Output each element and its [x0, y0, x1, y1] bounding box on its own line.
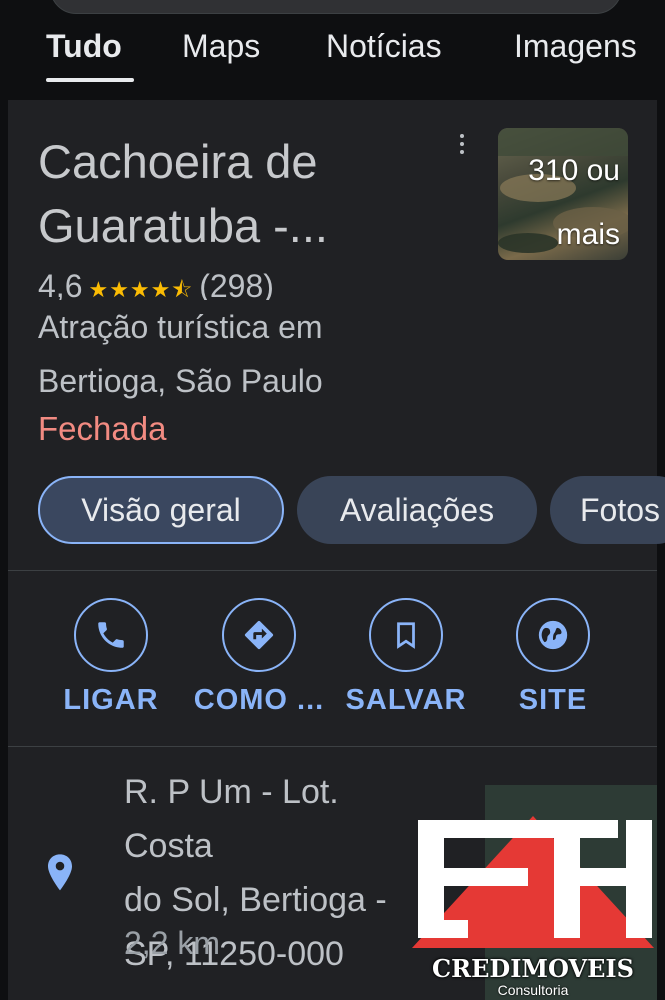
search-bar[interactable] [50, 0, 622, 14]
save-button[interactable]: SALVAR [331, 598, 481, 717]
directions-button[interactable]: COMO ... [184, 598, 334, 717]
rating-value: 4,6 [38, 268, 83, 300]
tab-noticias[interactable]: Notícias [326, 28, 442, 65]
logo-name: CREDIMOVEIS [432, 954, 634, 983]
tab-maps[interactable]: Maps [182, 28, 260, 65]
divider [8, 746, 657, 747]
photo-count-label: 310 ou mais [528, 154, 620, 251]
directions-label: COMO ... [193, 684, 325, 716]
globe-icon [538, 620, 568, 650]
divider [8, 570, 657, 571]
tab-tudo[interactable]: Tudo [46, 28, 122, 65]
chip-avaliacoes[interactable]: Avaliações [297, 476, 537, 544]
place-category: Atração turística em Bertioga, São Paulo [38, 309, 323, 399]
place-title[interactable]: Cachoeira de Guaratuba -... [38, 130, 458, 258]
phone-icon [98, 622, 124, 648]
credimoveis-logo-mark [412, 816, 654, 948]
chip-row: Visão geral Avaliações Fotos [0, 476, 665, 548]
tab-imagens[interactable]: Imagens [514, 28, 637, 65]
call-label: LIGAR [63, 684, 159, 716]
directions-icon [244, 620, 274, 650]
website-label: SITE [518, 684, 588, 716]
location-pin-icon [44, 853, 76, 893]
active-tab-indicator [46, 78, 134, 82]
call-button[interactable]: LIGAR [36, 598, 186, 717]
place-title-line2: Guaratuba -... [38, 199, 328, 252]
website-button[interactable]: SITE [478, 598, 628, 717]
search-tabs: Tudo Maps Notícias Imagens [0, 28, 665, 88]
logo-subtitle: Consultoria [497, 982, 569, 998]
review-count: (298) [199, 268, 274, 300]
distance-label: 2,2 km [124, 925, 221, 961]
star-rating-icon: ★★★★⯪ [88, 277, 194, 300]
save-label: SALVAR [345, 684, 467, 716]
place-title-line1: Cachoeira de [38, 135, 318, 188]
rating-row[interactable]: 4,6 ★★★★⯪ (298) [38, 268, 338, 300]
status-closed: Fechada [38, 410, 167, 447]
credimoveis-logo: CREDIMOVEIS Consultoria [404, 808, 662, 1000]
chip-visao-geral[interactable]: Visão geral [38, 476, 284, 544]
chip-fotos[interactable]: Fotos [550, 476, 665, 544]
bookmark-icon [397, 622, 415, 649]
more-options-icon[interactable] [455, 134, 469, 164]
photo-thumbnail[interactable]: 310 ou mais [498, 128, 628, 260]
